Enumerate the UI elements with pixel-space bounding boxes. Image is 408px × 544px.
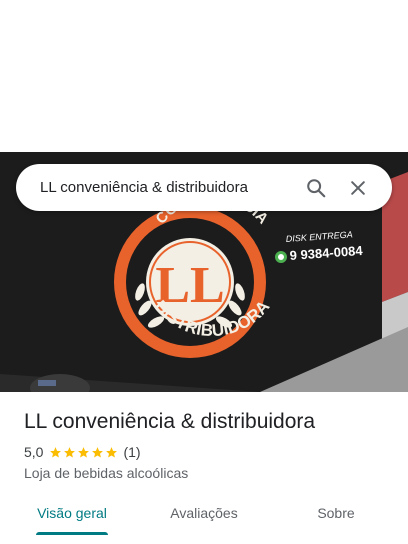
search-input[interactable]: LL conveniência & distribuidora (40, 179, 292, 196)
rating-value: 5,0 (24, 444, 44, 460)
star-icon (64, 446, 76, 458)
search-button[interactable] (298, 170, 334, 206)
review-count[interactable]: (1) (123, 444, 140, 460)
tab-reviews[interactable]: Avaliações (156, 494, 252, 534)
tab-about[interactable]: Sobre (288, 494, 384, 534)
place-name: LL conveniência & distribuidora (24, 410, 316, 433)
whatsapp-icon (275, 251, 287, 263)
close-icon (351, 180, 365, 195)
star-icon (78, 446, 90, 458)
active-tab-indicator (36, 532, 108, 535)
rating-row[interactable]: 5,0 (1) (24, 444, 141, 460)
search-bar[interactable]: LL conveniência & distribuidora (16, 164, 392, 211)
close-button[interactable] (340, 170, 376, 206)
tab-bar: Visão geral Avaliações Sobre (0, 494, 408, 538)
search-icon (307, 178, 326, 197)
star-icon (92, 446, 104, 458)
tab-overview[interactable]: Visão geral (24, 494, 120, 534)
place-category[interactable]: Loja de bebidas alcoólicas (24, 465, 188, 481)
star-icon (50, 446, 62, 458)
star-icon (106, 446, 118, 458)
star-rating (49, 446, 119, 459)
